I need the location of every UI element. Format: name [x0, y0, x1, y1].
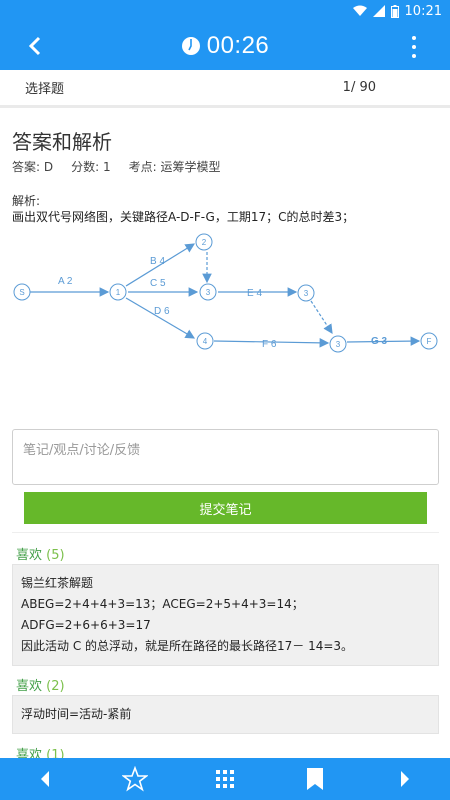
- section-title: 答案和解析: [12, 130, 112, 154]
- bookmark-icon: [307, 768, 323, 790]
- node-label-2: 2: [202, 238, 207, 247]
- node-label-3b: 3: [304, 289, 309, 298]
- favorite-button[interactable]: [115, 759, 155, 799]
- next-icon: [401, 771, 409, 787]
- like-label[interactable]: 喜欢 (5): [16, 544, 65, 563]
- edge-label-d: D 6: [154, 306, 170, 317]
- submit-note-button[interactable]: 提交笔记: [24, 492, 427, 524]
- like-text: 喜欢: [16, 548, 43, 563]
- edge-label-f: F 6: [262, 339, 277, 350]
- comment-line: 浮动时间=活动-紧前: [21, 707, 132, 721]
- question-bar: 选择题 1/ 90: [0, 70, 450, 108]
- like-text: 喜欢: [16, 679, 43, 694]
- question-progress: 1/ 90: [342, 80, 376, 95]
- question-type: 选择题: [25, 82, 65, 97]
- node-label-3c: 3: [336, 340, 341, 349]
- bookmark-button[interactable]: [295, 759, 335, 799]
- clock: 10:21: [404, 3, 442, 19]
- like-text: 喜欢: [16, 748, 43, 758]
- comment-box: 浮动时间=活动-紧前: [12, 695, 439, 734]
- like-count: (1): [46, 748, 65, 758]
- more-button[interactable]: [406, 34, 422, 60]
- timer-text: 00:26: [206, 32, 270, 59]
- comment-box: 锡兰红茶解题 ABEG=2+4+4+3=13；ACEG=2+5+4+3=14； …: [12, 564, 439, 666]
- edge-label-e: E 4: [247, 288, 262, 299]
- more-icon-dot: [412, 54, 416, 58]
- note-input[interactable]: 笔记/观点/讨论/反馈: [12, 429, 439, 485]
- comment-line: ABEG=2+4+4+3=13；ACEG=2+5+4+3=14；: [21, 597, 304, 611]
- node-label-3a: 3: [206, 288, 211, 297]
- status-bar: 10:21: [0, 0, 450, 22]
- edge-dummy-2: [310, 300, 333, 335]
- comment-line: 因此活动 C 的总浮动，就是所在路径的最长路径17－ 14=3。: [21, 639, 354, 653]
- star-icon: [122, 766, 148, 792]
- answer-value: 答案: D: [12, 160, 54, 174]
- like-count: (5): [46, 548, 65, 563]
- edge-label-a: A 2: [58, 276, 73, 287]
- timer: 00:26: [0, 22, 450, 70]
- edge-label-c: C 5: [150, 278, 166, 289]
- divider: [12, 532, 439, 533]
- comment-line: 锡兰红茶解题: [21, 576, 94, 590]
- topic-value: 考点: 运筹学模型: [128, 160, 221, 174]
- node-label-4: 4: [203, 337, 208, 346]
- network-diagram: S 1 2 3 3 4 3 F A 2 B 4 C 5 D 6 E 4 F 6 …: [13, 233, 438, 353]
- like-count: (2): [46, 679, 65, 694]
- signal-icon: [372, 5, 385, 17]
- node-label-s: S: [19, 288, 24, 297]
- more-icon-dot: [412, 45, 416, 49]
- node-label-f: F: [427, 337, 432, 346]
- question-grid-button[interactable]: [205, 759, 245, 799]
- content-area[interactable]: 答案和解析 答案: D 分数: 1 考点: 运筹学模型 解析: 画出双代号网络图…: [0, 108, 450, 758]
- prev-icon: [41, 771, 49, 787]
- prev-button[interactable]: [25, 759, 65, 799]
- next-button[interactable]: [385, 759, 425, 799]
- analysis-text: 画出双代号网络图，关键路径A-D-F-G，工期17；C的总时差3；: [12, 210, 355, 224]
- battery-icon: [390, 4, 399, 18]
- node-label-1: 1: [116, 288, 121, 297]
- timer-icon: [181, 37, 200, 55]
- more-icon: [412, 36, 416, 40]
- wifi-icon: [352, 5, 367, 16]
- like-label[interactable]: 喜欢 (1): [16, 744, 65, 758]
- grid-icon: [216, 770, 234, 788]
- comment-line: ADFG=2+6+6+3=17: [21, 618, 151, 632]
- answer-meta: 答案: D 分数: 1 考点: 运筹学模型: [12, 158, 220, 175]
- app-bar: 00:26: [0, 22, 450, 70]
- analysis-label: 解析:: [12, 194, 41, 208]
- bottom-toolbar: [0, 758, 450, 800]
- edge-label-g: G 3: [371, 336, 388, 347]
- score-value: 分数: 1: [71, 160, 111, 174]
- like-label[interactable]: 喜欢 (2): [16, 675, 65, 694]
- edge-label-b: B 4: [150, 256, 165, 267]
- edge-d: [125, 297, 196, 339]
